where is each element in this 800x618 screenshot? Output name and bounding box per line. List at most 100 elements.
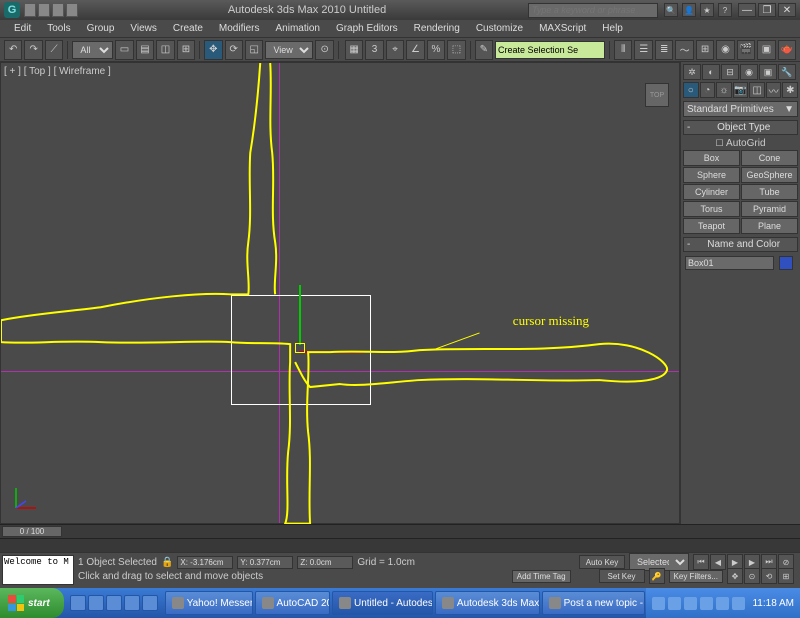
taskbar-item[interactable]: Yahoo! Messenger (165, 591, 253, 615)
keymode-icon[interactable]: 3 (365, 40, 383, 60)
taskbar-item[interactable]: AutoCAD 2008 (255, 591, 330, 615)
menu-animation[interactable]: Animation (267, 21, 327, 36)
helpers-icon[interactable]: ◫ (749, 82, 765, 98)
nav-zoom-icon[interactable]: ⊙ (744, 568, 760, 584)
keyfilters-button[interactable]: Key Filters... (669, 570, 723, 583)
link-icon[interactable]: ⟋ (45, 40, 63, 60)
setkey-button[interactable]: Set Key (599, 569, 645, 583)
manip-icon[interactable]: ▦ (345, 40, 363, 60)
menu-grapheditors[interactable]: Graph Editors (328, 21, 406, 36)
search-input[interactable] (528, 3, 658, 18)
spinner-snap-icon[interactable]: ⬚ (447, 40, 465, 60)
gizmo-y-axis[interactable] (299, 285, 301, 345)
menu-tools[interactable]: Tools (39, 21, 78, 36)
gizmo-x-axis[interactable] (299, 351, 364, 353)
viewport[interactable]: [ + ] [ Top ] [ Wireframe ] TOP cursor m… (0, 62, 680, 524)
add-time-tag[interactable]: Add Time Tag (512, 570, 571, 583)
taskbar-item[interactable]: Untitled - Autodesk 3... (332, 591, 433, 615)
minimize-button[interactable]: — (738, 3, 756, 17)
menu-maxscript[interactable]: MAXScript (531, 21, 594, 36)
btn-sphere[interactable]: Sphere (683, 167, 740, 183)
mirror-icon[interactable]: ⦀ (614, 40, 632, 60)
goto-start-icon[interactable]: ⏮ (693, 554, 709, 570)
btn-plane[interactable]: Plane (741, 218, 798, 234)
ql-app2-icon[interactable] (142, 595, 158, 611)
menu-edit[interactable]: Edit (6, 21, 39, 36)
help-icon[interactable]: ? (718, 3, 732, 17)
move-icon[interactable]: ✥ (204, 40, 222, 60)
pivot-icon[interactable]: ⊙ (315, 40, 333, 60)
menu-modifiers[interactable]: Modifiers (211, 21, 268, 36)
snap-icon[interactable]: ⌖ (386, 40, 404, 60)
object-color-swatch[interactable] (779, 256, 793, 270)
menu-customize[interactable]: Customize (468, 21, 531, 36)
key-icon[interactable]: 🔑 (649, 568, 665, 584)
menu-create[interactable]: Create (165, 21, 211, 36)
render-setup-icon[interactable]: 🎬 (737, 40, 755, 60)
autokey-button[interactable]: Auto Key (579, 555, 625, 569)
object-name-input[interactable] (685, 256, 774, 270)
coord-y[interactable] (237, 556, 293, 569)
curve-editor-icon[interactable]: 〜 (675, 40, 693, 60)
btn-torus[interactable]: Torus (683, 201, 740, 217)
time-slider-handle[interactable]: 0 / 100 (2, 526, 62, 537)
btn-cone[interactable]: Cone (741, 150, 798, 166)
time-slider[interactable]: 0 / 100 (0, 524, 800, 538)
title-help-icons[interactable]: 🔍 👤 ★ ? (664, 3, 732, 17)
shapes-icon[interactable]: ◔ (700, 82, 716, 98)
menu-rendering[interactable]: Rendering (406, 21, 468, 36)
nav-pan-icon[interactable]: ✥ (727, 568, 743, 584)
redo-icon[interactable]: ↷ (24, 40, 42, 60)
ql-ie-icon[interactable] (70, 595, 86, 611)
scale-icon[interactable]: ◱ (245, 40, 263, 60)
close-button[interactable]: ✕ (778, 3, 796, 17)
maximize-button[interactable]: ❐ (758, 3, 776, 17)
menu-group[interactable]: Group (79, 21, 123, 36)
menu-help[interactable]: Help (594, 21, 631, 36)
tray-icon[interactable] (700, 597, 713, 610)
coord-z[interactable] (297, 556, 353, 569)
cp-create-icon[interactable]: ✲ (683, 64, 701, 80)
named-selection-set[interactable] (495, 41, 605, 59)
title-doc-icons[interactable] (24, 3, 78, 17)
select-name-icon[interactable]: ▤ (136, 40, 154, 60)
clock[interactable]: 11:18 AM (752, 598, 794, 609)
gizmo-xy-plane[interactable] (295, 343, 305, 353)
autogrid-checkbox[interactable]: ☐ AutoGrid (683, 137, 798, 150)
ql-app-icon[interactable] (124, 595, 140, 611)
tray-icon[interactable] (732, 597, 745, 610)
btn-box[interactable]: Box (683, 150, 740, 166)
infocenter-icon[interactable]: 🔍 (664, 3, 678, 17)
cameras-icon[interactable]: 📷 (733, 82, 749, 98)
select-region-icon[interactable]: ◫ (156, 40, 174, 60)
undo-icon[interactable]: ↶ (4, 40, 22, 60)
viewport-label[interactable]: [ + ] [ Top ] [ Wireframe ] (4, 66, 111, 77)
menu-views[interactable]: Views (122, 21, 165, 36)
tray-icon[interactable] (684, 597, 697, 610)
tray-icon[interactable] (716, 597, 729, 610)
maxscript-listener[interactable]: Welcome to M (2, 555, 74, 585)
cp-modify-icon[interactable]: ◐ (702, 64, 720, 80)
nav-orbit-icon[interactable]: ⟲ (761, 568, 777, 584)
comm-icon[interactable]: 👤 (682, 3, 696, 17)
selection-filter[interactable]: All (72, 41, 113, 59)
render-icon[interactable]: 🫖 (778, 40, 796, 60)
lock-icon[interactable]: 🔒 (161, 557, 173, 568)
start-button[interactable]: start (0, 588, 64, 618)
cp-hierarchy-icon[interactable]: ⊟ (721, 64, 739, 80)
align-icon[interactable]: ☰ (634, 40, 652, 60)
prev-frame-icon[interactable]: ◀ (710, 554, 726, 570)
rollout-name-color[interactable]: -Name and Color (683, 237, 798, 252)
ql-desktop-icon[interactable] (106, 595, 122, 611)
percent-snap-icon[interactable]: % (427, 40, 445, 60)
btn-pyramid[interactable]: Pyramid (741, 201, 798, 217)
spacewarps-icon[interactable]: 〰 (766, 82, 782, 98)
btn-cylinder[interactable]: Cylinder (683, 184, 740, 200)
ql-firefox-icon[interactable] (88, 595, 104, 611)
trackbar[interactable] (0, 538, 800, 552)
systems-icon[interactable]: ✱ (782, 82, 798, 98)
rollout-object-type[interactable]: -Object Type (683, 120, 798, 135)
nav-max-icon[interactable]: ⊞ (778, 568, 794, 584)
btn-geosphere[interactable]: GeoSphere (741, 167, 798, 183)
geometry-icon[interactable]: ○ (683, 82, 699, 98)
